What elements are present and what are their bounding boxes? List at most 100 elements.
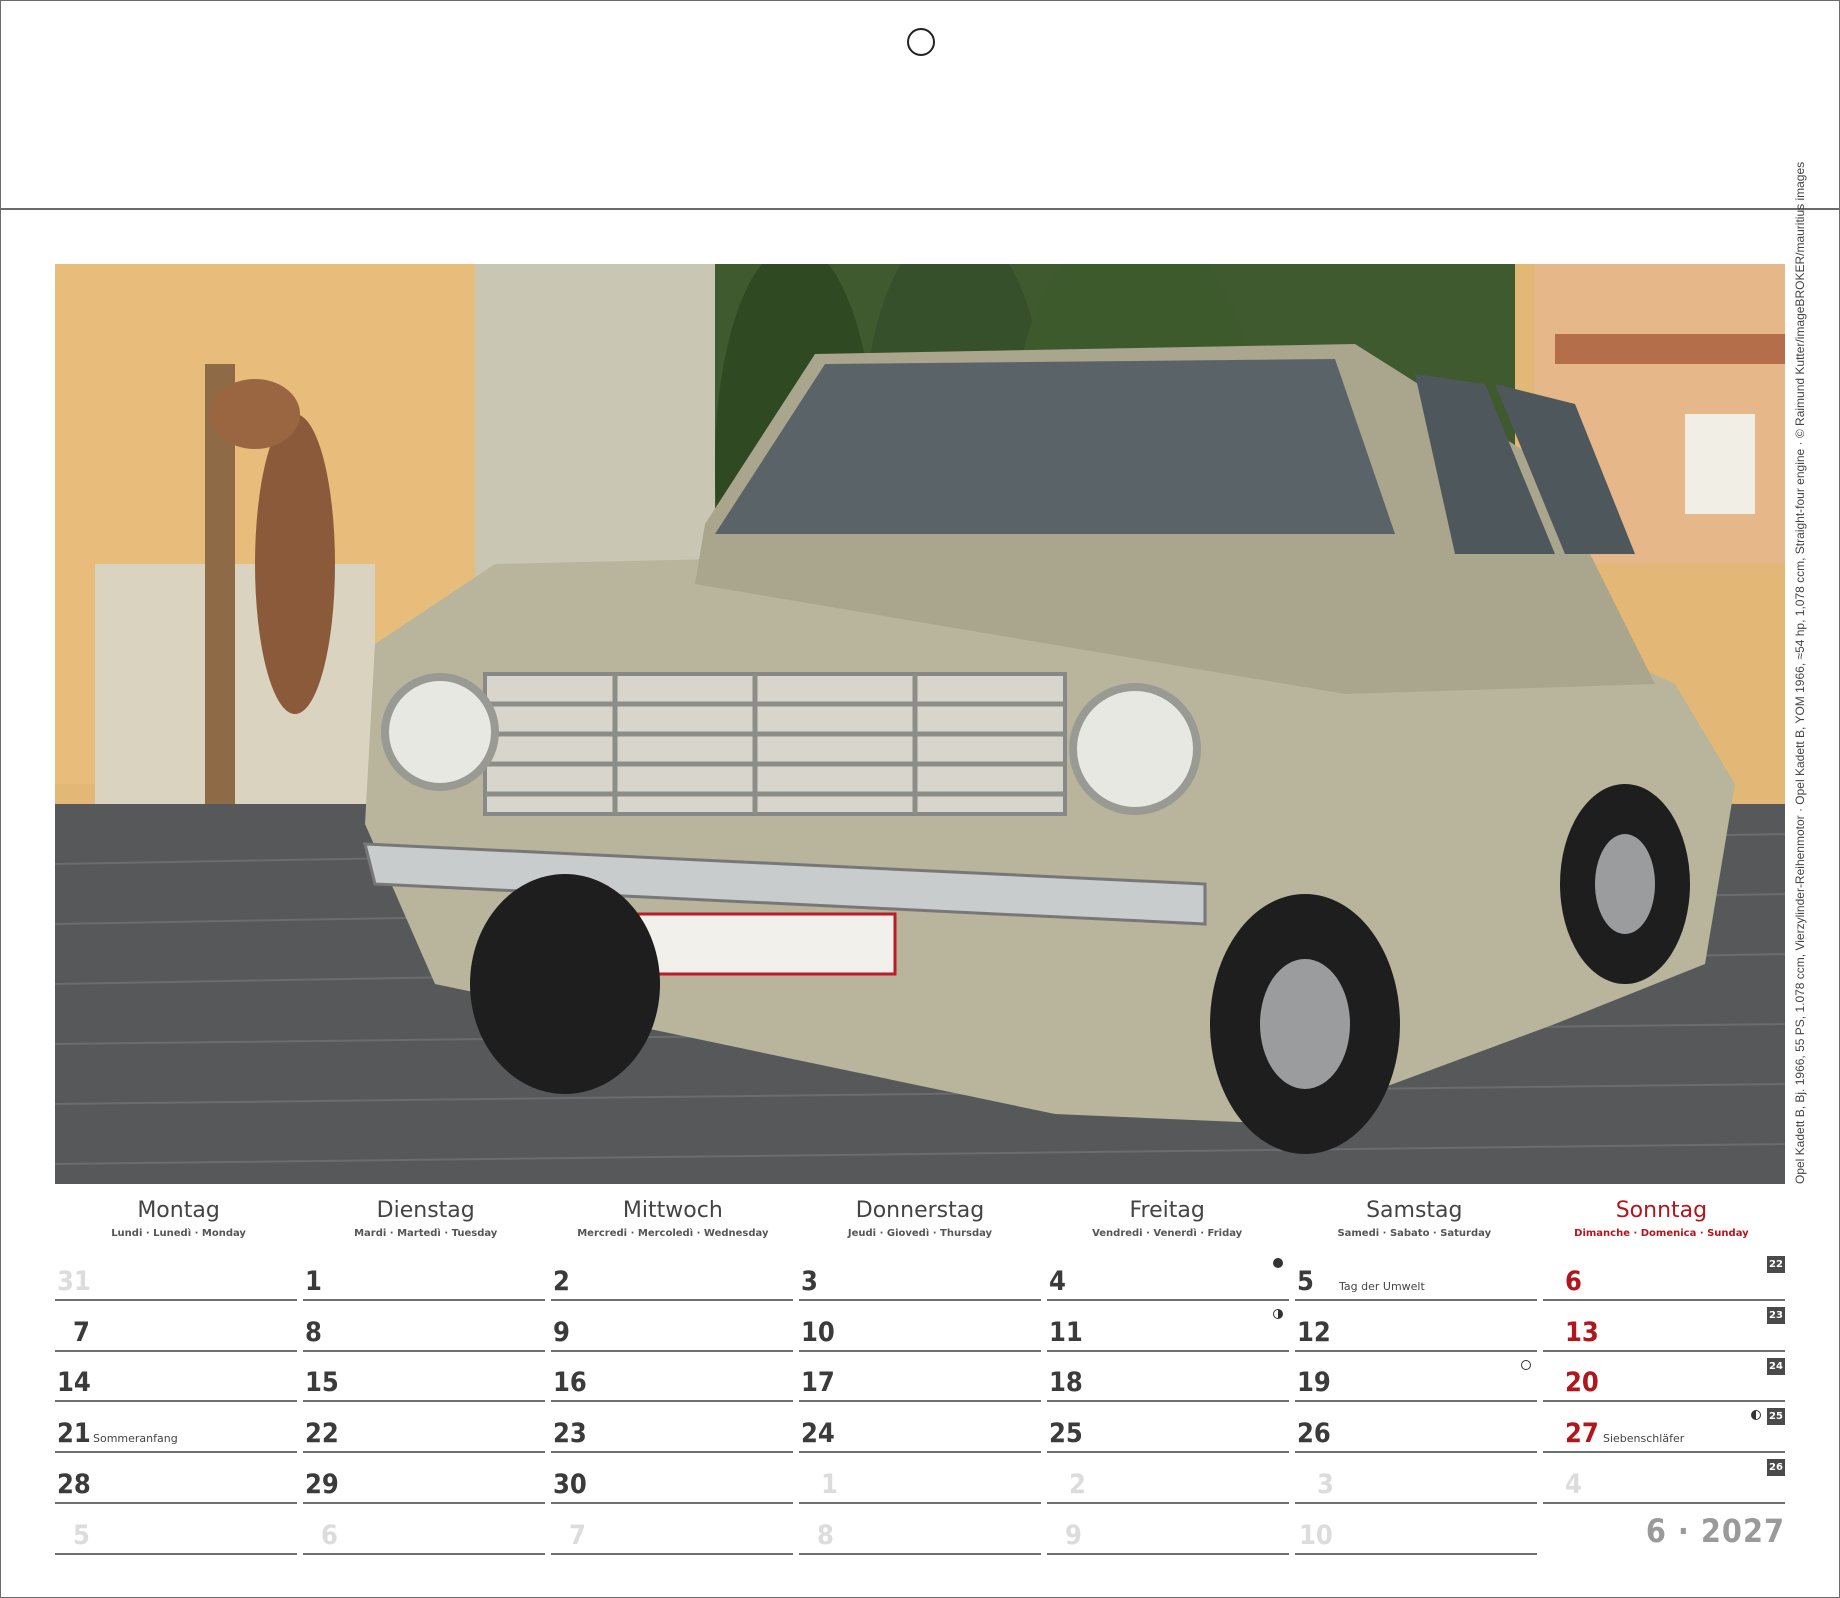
day-number: 9: [1065, 1519, 1082, 1551]
day-number: 1: [305, 1265, 322, 1297]
day-cell: 26: [1295, 1402, 1537, 1454]
day-number: 6: [1565, 1265, 1582, 1297]
week-number-badge: 22: [1767, 1256, 1785, 1273]
day-number: 6: [321, 1519, 338, 1551]
day-cell: 13 23: [1543, 1301, 1785, 1352]
day-cell: 2: [551, 1250, 793, 1301]
day-cell: 23: [551, 1402, 793, 1454]
last-quarter-moon-icon: [1273, 1308, 1283, 1319]
weekday-thursday: Donnerstag Jeudi · Giovedì · Thursday: [796, 1196, 1043, 1246]
day-number: 3: [1317, 1468, 1334, 1500]
day-cell: 21 Sommeranfang: [55, 1402, 297, 1454]
day-number: 8: [305, 1316, 322, 1348]
day-number: 7: [569, 1519, 586, 1551]
day-number: 4: [1565, 1468, 1582, 1500]
weekday-name: Samstag: [1366, 1198, 1463, 1223]
day-cell: 25: [1047, 1402, 1289, 1454]
day-number: 3: [801, 1265, 818, 1297]
week-number-badge: 26: [1767, 1459, 1785, 1477]
day-cell: 19: [1295, 1352, 1537, 1403]
weekday-name: Sonntag: [1615, 1198, 1708, 1223]
weekday-translations: Samedi · Sabato · Saturday: [1337, 1228, 1492, 1239]
day-cell: 29: [303, 1453, 545, 1504]
weekday-translations: Mardi · Martedì · Tuesday: [354, 1228, 498, 1239]
day-cell: 2: [1047, 1453, 1289, 1504]
day-cell: 11: [1047, 1301, 1289, 1352]
weekday-saturday: Samstag Samedi · Sabato · Saturday: [1291, 1196, 1538, 1246]
weekday-name: Donnerstag: [855, 1198, 985, 1223]
hanger-strip: [0, 0, 1840, 210]
weekday-translations: Jeudi · Giovedì · Thursday: [847, 1228, 993, 1239]
hanger-hole-icon: [907, 28, 935, 56]
day-number: 5: [1297, 1265, 1314, 1297]
day-cell: 8: [303, 1301, 545, 1352]
weekday-header: Montag Lundi · Lunedì · Monday Dienstag …: [55, 1196, 1785, 1246]
week-number-badge: 25: [1767, 1408, 1785, 1426]
day-cell: 7: [55, 1301, 297, 1352]
weekday-translations: Dimanche · Domenica · Sunday: [1574, 1228, 1749, 1239]
day-number: 11: [1049, 1316, 1083, 1348]
day-cell: 15: [303, 1352, 545, 1403]
day-cell: 18: [1047, 1352, 1289, 1403]
day-cell: 14: [55, 1352, 297, 1403]
weekday-tuesday: Dienstag Mardi · Martedì · Tuesday: [302, 1196, 549, 1246]
day-cell: 10: [1295, 1504, 1537, 1555]
day-number: 21: [57, 1418, 91, 1450]
week-number-badge: 24: [1767, 1357, 1785, 1375]
day-cell: 5 Tag der Umwelt: [1295, 1250, 1537, 1301]
day-number: 25: [1049, 1418, 1083, 1450]
day-cell: 28: [55, 1453, 297, 1504]
day-cell: 6 22: [1543, 1250, 1785, 1301]
day-number: 24: [801, 1418, 835, 1450]
full-moon-icon: [1273, 1258, 1283, 1268]
day-cell: 8: [799, 1504, 1041, 1555]
day-note: Sommeranfang: [93, 1432, 178, 1446]
day-cell: 22: [303, 1402, 545, 1454]
day-number: 10: [1299, 1519, 1333, 1551]
day-cell: 5: [55, 1504, 297, 1555]
day-cell: 24: [799, 1402, 1041, 1454]
day-number: 28: [57, 1468, 91, 1500]
day-number: 31: [57, 1265, 91, 1297]
month-year-label: 6 · 2027: [1645, 1512, 1785, 1550]
day-number: 19: [1297, 1367, 1331, 1399]
day-cell: 6: [303, 1504, 545, 1555]
day-cell: 17: [799, 1352, 1041, 1403]
weekday-monday: Montag Lundi · Lunedì · Monday: [55, 1196, 302, 1246]
weekday-name: Montag: [137, 1198, 220, 1223]
car-illustration: D: [55, 264, 1785, 1184]
weekday-translations: Lundi · Lunedì · Monday: [111, 1228, 246, 1239]
day-number: 1: [821, 1468, 838, 1500]
day-number: 14: [57, 1367, 91, 1399]
day-number: 16: [553, 1367, 587, 1399]
new-moon-icon: [1521, 1359, 1531, 1370]
day-cell: 12: [1295, 1301, 1537, 1352]
day-number: 4: [1049, 1265, 1066, 1297]
day-cell: 16: [551, 1352, 793, 1403]
weekday-name: Dienstag: [376, 1198, 475, 1223]
day-number: 30: [553, 1468, 587, 1500]
weekday-name: Freitag: [1129, 1198, 1205, 1223]
day-cell: 20 24: [1543, 1352, 1785, 1403]
weekday-friday: Freitag Vendredi · Venerdì · Friday: [1044, 1196, 1291, 1246]
day-cell: 1: [303, 1250, 545, 1301]
day-cell: 3: [1295, 1453, 1537, 1504]
day-number: 17: [801, 1367, 835, 1399]
day-number: 23: [553, 1418, 587, 1450]
day-cell: 31: [55, 1250, 297, 1301]
car-photo: D: [55, 264, 1785, 1184]
day-cell: 3: [799, 1250, 1041, 1301]
day-cell: 1: [799, 1453, 1041, 1504]
day-cell: 9: [551, 1301, 793, 1352]
day-number: 22: [305, 1418, 339, 1450]
day-cell: 9: [1047, 1504, 1289, 1555]
day-number: 27: [1565, 1418, 1599, 1450]
weekday-sunday: Sonntag Dimanche · Domenica · Sunday: [1538, 1196, 1785, 1246]
weekday-translations: Mercredi · Mercoledì · Wednesday: [577, 1228, 769, 1239]
day-cell: 30: [551, 1453, 793, 1504]
day-note: Tag der Umwelt: [1339, 1279, 1425, 1293]
day-number: 18: [1049, 1367, 1083, 1399]
weekday-wednesday: Mittwoch Mercredi · Mercoledì · Wednesda…: [549, 1196, 796, 1246]
weekday-name: Mittwoch: [622, 1198, 723, 1223]
day-number: 26: [1297, 1418, 1331, 1450]
